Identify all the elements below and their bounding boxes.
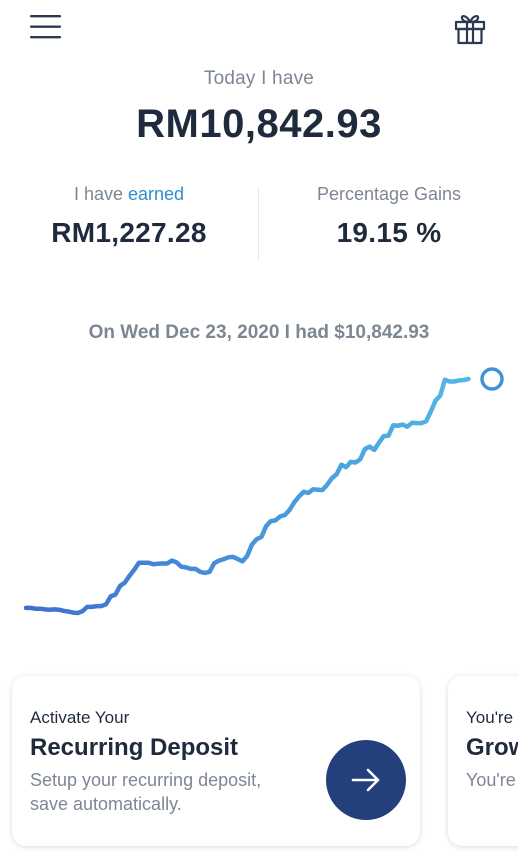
card-title: Recurring Deposit [30,734,239,761]
hamburger-menu-icon[interactable] [30,14,62,40]
earned-value: RM1,227.28 [51,217,207,248]
balance-line-chart[interactable] [0,355,518,625]
balance-series-line [23,376,471,616]
next-promo-card[interactable]: You're Grow You're make [448,676,518,846]
current-value-marker[interactable] [480,367,504,391]
balance-summary: Today I have RM10,842.93 [0,68,518,147]
gift-icon[interactable] [452,10,488,46]
card-kicker: Activate Your [30,708,130,727]
arrow-right-icon [351,768,380,792]
card-description: Setup your recurring deposit, save autom… [30,770,262,814]
earned-label-accent: earned [127,184,185,204]
activate-recurring-deposit-button[interactable] [326,740,406,820]
percentage-gains-value: 19.15 % [336,217,442,248]
earned-stat: I have earned RM1,227.28 [0,184,258,249]
percentage-gains-label: Percentage Gains [316,184,462,204]
current-balance: RM10,842.93 [136,102,382,146]
stats-row: I have earned RM1,227.28 Percentage Gain… [0,184,518,260]
stats-divider [258,188,259,260]
chart-caption: On Wed Dec 23, 2020 I had $10,842.93 [88,322,430,343]
card-description: You're make [466,770,518,790]
percentage-gains-stat: Percentage Gains 19.15 % [260,184,518,249]
card-title: Grow [466,734,518,761]
recurring-deposit-card[interactable]: Activate Your Recurring Deposit Setup yo… [12,676,420,846]
earned-label-prefix: I have [73,184,128,204]
card-kicker: You're [466,708,514,727]
today-label: Today I have [203,68,315,89]
top-bar [0,0,518,56]
earned-label: I have earned [0,184,258,205]
promo-cards-carousel[interactable]: Activate Your Recurring Deposit Setup yo… [0,668,518,857]
